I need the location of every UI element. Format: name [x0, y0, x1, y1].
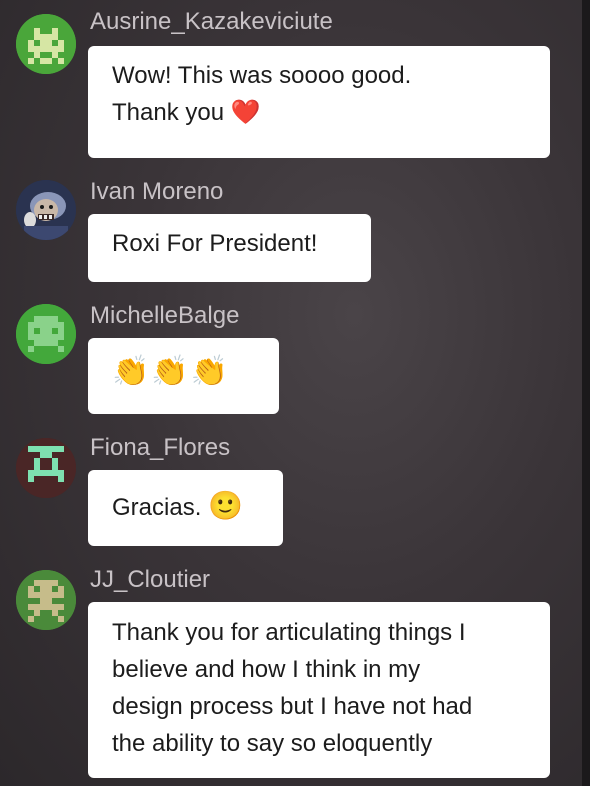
- pixel-invader-avatar-icon: [16, 570, 76, 630]
- message-bubble: Roxi For President!: [88, 214, 371, 282]
- pixel-invader-avatar-icon: [16, 14, 76, 74]
- message-username[interactable]: MichelleBalge: [90, 302, 239, 330]
- message-text: Thank you: [112, 99, 225, 126]
- message-text-line: believe and how I think in my: [112, 656, 421, 683]
- message-text-line: Wow! This was soooo good.: [112, 62, 412, 89]
- smiling-face-emoji-icon: 🙂: [208, 489, 243, 522]
- message-username[interactable]: Fiona_Flores: [90, 434, 230, 462]
- clapping-hands-emoji-icon: 👏👏👏: [112, 354, 231, 389]
- message-text-line: Thank you ❤️: [112, 94, 526, 131]
- message-username[interactable]: Ausrine_Kazakeviciute: [90, 8, 333, 36]
- pixel-invader-avatar-icon: [16, 304, 76, 364]
- message-username[interactable]: Ivan Moreno: [90, 178, 223, 206]
- message-text-line: design process but I have not had: [112, 693, 473, 720]
- message-bubble: Gracias. 🙂: [88, 470, 283, 546]
- user-avatar[interactable]: [16, 304, 76, 364]
- message-bubble: 👏👏👏: [88, 338, 279, 414]
- user-avatar[interactable]: [16, 180, 76, 240]
- user-avatar[interactable]: [16, 438, 76, 498]
- message-text: Gracias.: [112, 494, 202, 521]
- heart-emoji-icon: ❤️: [230, 98, 261, 126]
- message-text-line: the ability to say so eloquently: [112, 730, 433, 757]
- message-text: Roxi For President!: [112, 230, 318, 257]
- message-username[interactable]: JJ_Cloutier: [90, 566, 210, 594]
- message-bubble: Thank you for articulating things I beli…: [88, 602, 550, 778]
- message-bubble: Wow! This was soooo good. Thank you ❤️: [88, 46, 550, 158]
- message-text-line: Thank you for articulating things I: [112, 619, 466, 646]
- user-avatar[interactable]: [16, 570, 76, 630]
- scrollbar[interactable]: [582, 0, 590, 786]
- user-avatar[interactable]: [16, 14, 76, 74]
- comic-character-avatar-icon: [16, 180, 76, 240]
- pixel-glyph-avatar-icon: [16, 438, 76, 498]
